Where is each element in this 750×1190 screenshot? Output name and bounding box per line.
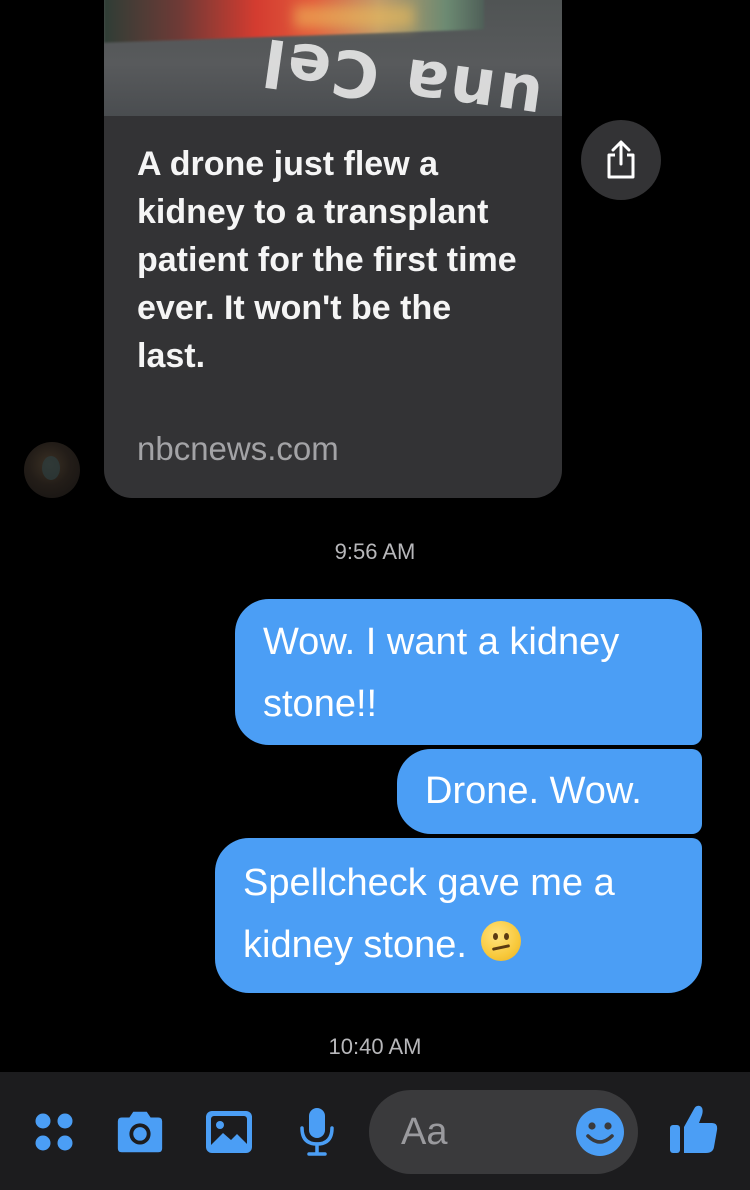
message-text-line: Wow. I want a kidney bbox=[263, 621, 620, 663]
apps-icon bbox=[35, 1113, 73, 1151]
outgoing-message-bubble[interactable]: Drone. Wow. bbox=[397, 749, 702, 834]
apps-button[interactable] bbox=[28, 1106, 80, 1158]
link-thumbnail: una Cel bbox=[104, 0, 562, 116]
message-text-line: Spellcheck gave me a bbox=[243, 862, 615, 904]
thumbnail-glow bbox=[294, 6, 414, 28]
share-icon bbox=[607, 140, 635, 179]
microphone-icon bbox=[300, 1108, 334, 1156]
timestamp: 10:40 AM bbox=[328, 1034, 422, 1059]
message-text: kidney stone. bbox=[243, 924, 467, 966]
thumbs-up-icon bbox=[670, 1105, 718, 1153]
image-icon bbox=[206, 1111, 252, 1153]
message-composer bbox=[0, 1072, 750, 1190]
camera-icon bbox=[117, 1111, 163, 1153]
message-text-line: Drone. Wow. bbox=[425, 770, 642, 812]
message-input[interactable] bbox=[399, 1109, 573, 1155]
shared-link-card[interactable]: una Cel A drone just flew a kidney to a … bbox=[104, 0, 562, 498]
confused-face-emoji bbox=[481, 921, 522, 961]
outgoing-message-bubble[interactable]: Spellcheck gave me a kidney stone. bbox=[215, 838, 702, 993]
message-text-line: stone!! bbox=[263, 683, 378, 725]
like-button[interactable] bbox=[667, 1102, 721, 1158]
message-text-line: kidney stone. bbox=[243, 914, 674, 976]
camera-button[interactable] bbox=[114, 1106, 166, 1158]
emoji-button[interactable] bbox=[572, 1104, 628, 1160]
message-input-container[interactable] bbox=[369, 1090, 638, 1174]
voice-message-button[interactable] bbox=[291, 1106, 343, 1158]
share-button[interactable] bbox=[581, 120, 661, 200]
outgoing-message-bubble[interactable]: Wow. I want a kidney stone!! bbox=[235, 599, 702, 745]
timestamp: 9:56 AM bbox=[334, 539, 416, 564]
sender-avatar[interactable] bbox=[24, 442, 80, 498]
link-domain: nbcnews.com bbox=[137, 430, 339, 467]
emoji-icon bbox=[576, 1108, 624, 1156]
link-title[interactable]: A drone just flew a kidney to a transpla… bbox=[137, 140, 527, 380]
gallery-button[interactable] bbox=[203, 1106, 255, 1158]
